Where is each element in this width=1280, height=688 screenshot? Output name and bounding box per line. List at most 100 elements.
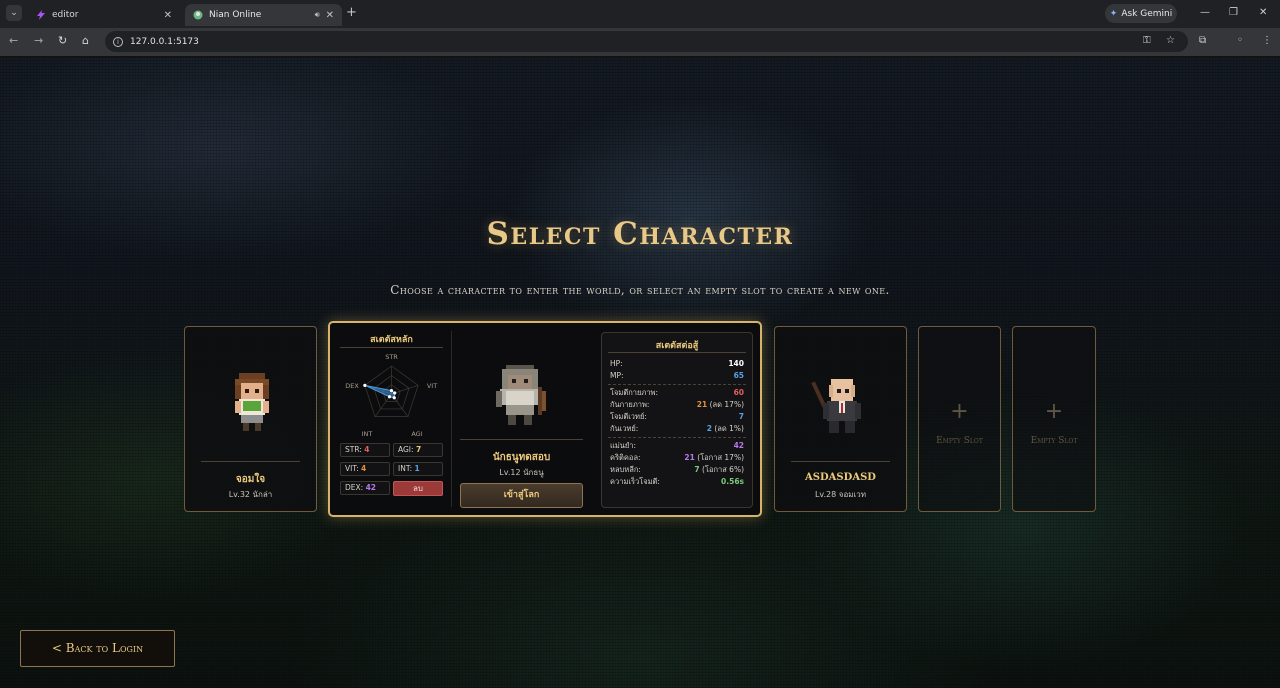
stat-str: STR: 4 bbox=[340, 443, 390, 457]
stat-value: 4 bbox=[361, 464, 367, 473]
stat-label: กันเวทย์: bbox=[610, 424, 639, 433]
close-icon[interactable]: ✕ bbox=[164, 10, 172, 21]
back-arrow-icon[interactable]: ← bbox=[9, 34, 18, 48]
stat-label: MP: bbox=[610, 371, 624, 380]
stat-label: แม่นยำ: bbox=[610, 441, 637, 450]
empty-slot[interactable]: + Empty Slot bbox=[918, 326, 1001, 512]
selected-character-card[interactable]: สเตตัสหลัก STR VIT AGI INT DEX STR: 4 AG… bbox=[328, 321, 762, 517]
stat-label: HP: bbox=[610, 359, 623, 368]
radar-label-vit: VIT bbox=[427, 382, 437, 390]
combat-stat-row: โจมตีกายภาพ: 60 bbox=[610, 387, 744, 398]
home-icon[interactable]: ⌂ bbox=[82, 34, 89, 48]
stat-label: โจมตีกายภาพ: bbox=[610, 388, 659, 397]
delete-character-button[interactable]: ลบ bbox=[393, 481, 443, 496]
stat-label: INT: bbox=[398, 464, 413, 473]
combat-title-divider bbox=[608, 352, 746, 353]
close-icon[interactable]: ✕ bbox=[326, 10, 334, 21]
radar-label-int: INT bbox=[362, 430, 373, 438]
card-divider bbox=[460, 439, 583, 440]
radar-label-agi: AGI bbox=[411, 430, 422, 438]
menu-kebab-icon[interactable]: ⋮ bbox=[1262, 35, 1272, 47]
close-window-icon[interactable]: ✕ bbox=[1259, 6, 1267, 20]
tab-title: Nian Online bbox=[209, 10, 262, 20]
combat-stat-row: โจมตีเวทย์: 7 bbox=[610, 411, 744, 422]
reload-icon[interactable]: ↻ bbox=[58, 34, 67, 48]
radar-label-str: STR bbox=[385, 353, 398, 361]
stat-vit: VIT: 4 bbox=[340, 462, 390, 476]
tab-search-button[interactable]: ⌄ bbox=[6, 5, 22, 21]
stat-value: 7 (โอกาส 6%) bbox=[694, 464, 744, 475]
combat-stats-panel: สเตตัสต่อสู้ HP: 140 MP: 65 โจมตีกายภาพ:… bbox=[601, 332, 753, 508]
stat-number: 21 bbox=[696, 400, 708, 409]
radar-point bbox=[389, 389, 394, 393]
stat-number: 60 bbox=[733, 388, 744, 397]
stat-int: INT: 1 bbox=[393, 462, 443, 476]
stat-value: 42 bbox=[734, 440, 744, 451]
tab-nian-online[interactable]: Nian Online 🔊︎ ✕ bbox=[185, 4, 342, 26]
address-bar[interactable]: i 127.0.0.1:5173 bbox=[105, 31, 1188, 52]
stat-value: 65 bbox=[734, 370, 744, 381]
sparkle-icon: ✦ bbox=[1109, 8, 1118, 19]
page-subtitle: Choose a character to enter the world, o… bbox=[390, 283, 890, 297]
enter-world-button[interactable]: เข้าสู่โลก bbox=[460, 483, 583, 508]
stat-label: หลบหลีก: bbox=[610, 465, 641, 474]
tab-editor[interactable]: editor ✕ bbox=[28, 4, 180, 26]
combat-stat-row: ความเร็วโจมตี: 0.56s bbox=[610, 476, 744, 487]
back-to-login-button[interactable]: < Back to Login bbox=[20, 630, 175, 667]
combat-stat-row: HP: 140 bbox=[610, 358, 744, 369]
minimize-icon[interactable]: — bbox=[1200, 6, 1210, 20]
card-divider bbox=[201, 461, 300, 462]
character-level-class: Lv.12 นักธนู bbox=[499, 468, 544, 477]
character-name: ASDASDASD bbox=[805, 472, 876, 483]
character-level-class: Lv.32 นักล่า bbox=[228, 490, 273, 499]
main-stats-title: สเตตัสหลัก bbox=[370, 335, 413, 345]
combat-stat-row: หลบหลีก: 7 (โอกาส 6%) bbox=[610, 464, 744, 475]
empty-slot-label: Empty Slot bbox=[936, 436, 983, 446]
browser-tab-strip: ⌄ editor ✕ Nian Online 🔊︎ ✕ + ✦ Ask Gemi… bbox=[0, 0, 1280, 28]
combat-stat-row: MP: 65 bbox=[610, 370, 744, 381]
profile-icon[interactable]: ◦ bbox=[1237, 35, 1243, 47]
stat-number: 0.56s bbox=[721, 477, 744, 486]
character-card[interactable]: ASDASDASD Lv.28 จอมเวท bbox=[774, 326, 907, 512]
character-name: จอมใจ bbox=[235, 474, 266, 485]
forward-arrow-icon[interactable]: → bbox=[34, 34, 43, 48]
empty-slot-label: Empty Slot bbox=[1030, 436, 1078, 446]
stat-number: 140 bbox=[728, 359, 744, 368]
url-text: 127.0.0.1:5173 bbox=[130, 36, 199, 47]
card-divider bbox=[791, 461, 890, 462]
stat-extra: (ลด 17%) bbox=[707, 400, 744, 409]
ask-gemini-button[interactable]: ✦ Ask Gemini bbox=[1105, 4, 1177, 23]
radar-label-dex: DEX bbox=[345, 382, 359, 390]
restore-icon[interactable]: ❐ bbox=[1229, 6, 1238, 20]
browser-toolbar: ← → ↻ ⌂ i 127.0.0.1:5173 ⚿ ☆ ⧉ ◦ ⋮ bbox=[0, 28, 1280, 56]
password-key-icon[interactable]: ⚿ bbox=[1143, 35, 1151, 47]
combat-stat-row: กันเวทย์: 2 (ลด 1%) bbox=[610, 423, 744, 434]
stat-number: 21 bbox=[684, 453, 695, 462]
bookmark-star-icon[interactable]: ☆ bbox=[1166, 35, 1175, 47]
plus-icon: + bbox=[1044, 399, 1064, 424]
combat-stats-title: สเตตัสต่อสู้ bbox=[655, 341, 699, 351]
radar-point bbox=[393, 391, 397, 395]
radar-point bbox=[387, 395, 392, 399]
stat-value: 4 bbox=[364, 445, 370, 454]
plus-icon: + bbox=[950, 399, 969, 424]
new-tab-button[interactable]: + bbox=[346, 6, 357, 20]
stat-label: AGI: bbox=[398, 445, 414, 454]
extensions-icon[interactable]: ⧉ bbox=[1199, 35, 1206, 47]
character-card[interactable]: จอมใจ Lv.32 นักล่า bbox=[184, 326, 317, 512]
stat-value: 1 bbox=[414, 464, 420, 473]
empty-slot[interactable]: + Empty Slot bbox=[1012, 326, 1096, 512]
tab-title: editor bbox=[52, 10, 79, 20]
stat-label: คริติคอล: bbox=[610, 453, 641, 462]
combat-stat-row: คริติคอล: 21 (โอกาส 17%) bbox=[610, 452, 744, 463]
combat-stat-row: แม่นยำ: 42 bbox=[610, 440, 744, 451]
character-sprite-hunter bbox=[235, 373, 269, 431]
speaker-icon[interactable]: 🔊︎ bbox=[315, 10, 320, 20]
stat-value: 21 (โอกาส 17%) bbox=[684, 452, 744, 463]
stat-value: 60 bbox=[734, 387, 744, 398]
stat-label: DEX: bbox=[345, 483, 364, 492]
stat-value: 140 bbox=[728, 358, 744, 369]
site-info-icon[interactable]: i bbox=[113, 36, 123, 47]
stat-extra: (ลด 1%) bbox=[712, 424, 744, 433]
stat-label: VIT: bbox=[345, 464, 359, 473]
